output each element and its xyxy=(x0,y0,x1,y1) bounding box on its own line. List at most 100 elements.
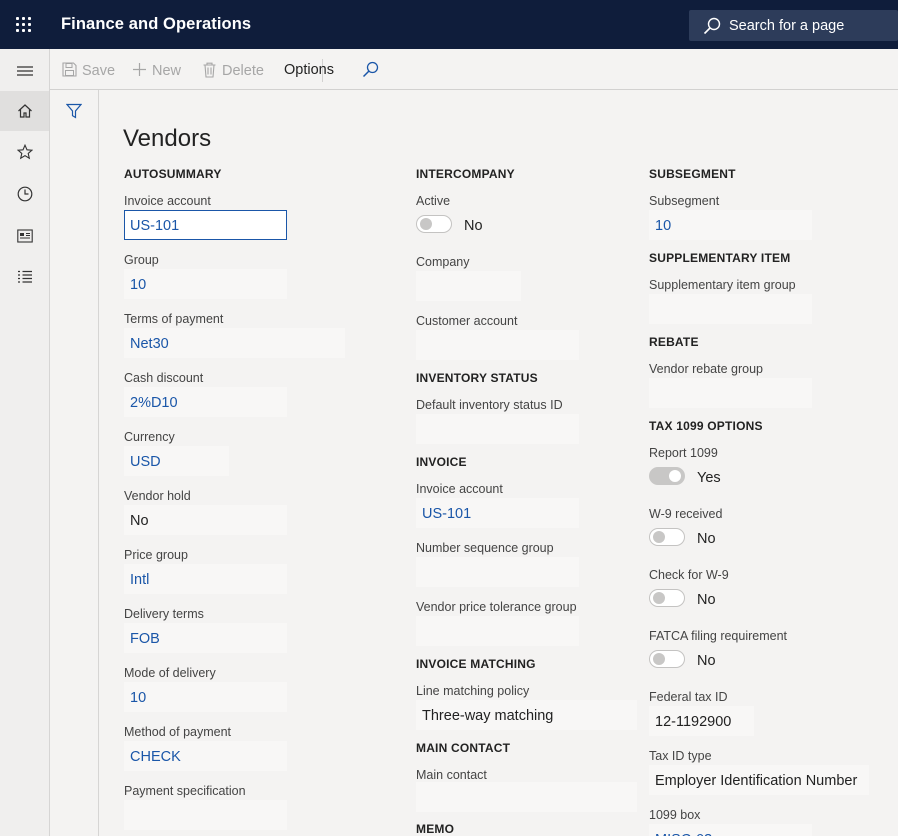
group-label: Group xyxy=(124,253,159,267)
report-1099-value: Yes xyxy=(697,470,721,486)
delete-label: Delete xyxy=(222,63,264,79)
inventory-status-heading: INVENTORY STATUS xyxy=(416,371,538,385)
rebate-heading: REBATE xyxy=(649,335,699,349)
favorites-star-icon[interactable] xyxy=(0,132,49,172)
filter-pane xyxy=(50,90,99,836)
check-for-w9-value: No xyxy=(697,592,716,608)
invoice-heading: INVOICE xyxy=(416,455,467,469)
tax-1099-options-heading: TAX 1099 OPTIONS xyxy=(649,419,763,433)
save-label: Save xyxy=(82,63,116,79)
federal-tax-id-field[interactable]: 12-1192900 xyxy=(649,706,754,736)
search-icon xyxy=(703,17,721,35)
save-button[interactable]: Save xyxy=(62,62,122,80)
method-of-payment-field[interactable]: CHECK xyxy=(124,741,287,771)
fatca-toggle[interactable] xyxy=(649,650,685,668)
cash-discount-field[interactable]: 2%D10 xyxy=(124,387,287,417)
currency-field[interactable]: USD xyxy=(124,446,229,476)
number-sequence-group-label: Number sequence group xyxy=(416,541,554,555)
trash-icon xyxy=(203,62,216,78)
invoice-account-field[interactable]: US-101 xyxy=(124,210,287,240)
invoice-invoice-account-label: Invoice account xyxy=(416,482,503,496)
tax-id-type-field[interactable]: Employer Identification Number xyxy=(649,765,869,795)
supplementary-item-group-field[interactable] xyxy=(649,294,812,324)
page-search-box[interactable]: Search for a page xyxy=(689,10,898,41)
check-for-w9-toggle[interactable] xyxy=(649,589,685,607)
find-search-icon[interactable] xyxy=(362,61,379,78)
active-toggle[interactable] xyxy=(416,215,452,233)
group-field[interactable]: 10 xyxy=(124,269,287,299)
default-inventory-status-label: Default inventory status ID xyxy=(416,398,563,412)
box-1099-label: 1099 box xyxy=(649,808,701,822)
new-label: New xyxy=(152,63,182,79)
federal-tax-id-label: Federal tax ID xyxy=(649,690,728,704)
w9-received-label: W-9 received xyxy=(649,507,723,521)
home-icon[interactable] xyxy=(0,91,49,131)
app-launcher-icon[interactable] xyxy=(16,17,32,33)
delivery-terms-field[interactable]: FOB xyxy=(124,623,287,653)
mode-of-delivery-field[interactable]: 10 xyxy=(124,682,287,712)
save-icon xyxy=(62,62,77,77)
invoice-invoice-account-field[interactable]: US-101 xyxy=(416,498,579,528)
vendor-hold-label: Vendor hold xyxy=(124,489,191,503)
method-of-payment-label: Method of payment xyxy=(124,725,232,739)
terms-of-payment-field[interactable]: Net30 xyxy=(124,328,345,358)
company-field[interactable] xyxy=(416,271,521,301)
vendor-price-tolerance-group-label: Vendor price tolerance group xyxy=(416,600,577,614)
main-contact-field[interactable] xyxy=(416,782,637,812)
fatca-label: FATCA filing requirement xyxy=(649,629,788,643)
app-title: Finance and Operations xyxy=(61,15,252,33)
terms-of-payment-label: Terms of payment xyxy=(124,312,224,326)
number-sequence-group-field[interactable] xyxy=(416,557,579,587)
supplementary-item-heading: SUPPLEMENTARY ITEM xyxy=(649,251,791,265)
page-title: Vendors xyxy=(123,125,212,152)
top-bar: Finance and Operations Search for a page xyxy=(0,0,898,49)
memo-heading: MEMO xyxy=(416,822,455,836)
box-1099-field[interactable]: MISC-03 xyxy=(649,824,812,836)
options-tab[interactable]: Options xyxy=(284,62,334,78)
recent-clock-icon[interactable] xyxy=(0,174,49,214)
main-contact-heading: MAIN CONTACT xyxy=(416,741,511,755)
main-contact-label: Main contact xyxy=(416,768,487,782)
report-1099-label: Report 1099 xyxy=(649,446,718,460)
delivery-terms-label: Delivery terms xyxy=(124,607,204,621)
payment-specification-field[interactable] xyxy=(124,800,287,830)
delete-button[interactable]: Delete xyxy=(202,62,272,80)
payment-specification-label: Payment specification xyxy=(124,784,246,798)
fatca-value: No xyxy=(697,653,716,669)
currency-label: Currency xyxy=(124,430,175,444)
tax-id-type-label: Tax ID type xyxy=(649,749,712,763)
vendor-hold-field[interactable]: No xyxy=(124,505,287,535)
company-label: Company xyxy=(416,255,470,269)
invoice-account-label: Invoice account xyxy=(124,194,211,208)
check-for-w9-label: Check for W-9 xyxy=(649,568,729,582)
w9-received-toggle[interactable] xyxy=(649,528,685,546)
search-placeholder: Search for a page xyxy=(729,18,845,34)
line-matching-policy-field[interactable]: Three-way matching xyxy=(416,700,637,730)
action-pane: Save New Delete xyxy=(50,49,898,90)
subsegment-label: Subsegment xyxy=(649,194,720,208)
modules-list-icon[interactable] xyxy=(0,257,49,297)
price-group-label: Price group xyxy=(124,548,188,562)
vendor-price-tolerance-group-field[interactable] xyxy=(416,616,579,646)
line-matching-policy-label: Line matching policy xyxy=(416,684,530,698)
supplementary-item-group-label: Supplementary item group xyxy=(649,278,796,292)
vendor-rebate-group-field[interactable] xyxy=(649,378,812,408)
active-value: No xyxy=(464,218,483,234)
subsegment-field[interactable]: 10 xyxy=(649,210,812,240)
default-inventory-status-field[interactable] xyxy=(416,414,579,444)
customer-account-label: Customer account xyxy=(416,314,518,328)
active-label: Active xyxy=(416,194,451,208)
cash-discount-label: Cash discount xyxy=(124,371,204,385)
plus-icon xyxy=(133,63,146,76)
invoice-matching-heading: INVOICE MATCHING xyxy=(416,657,536,671)
hamburger-menu-icon[interactable] xyxy=(0,51,49,91)
new-button[interactable]: New xyxy=(132,62,192,80)
filter-funnel-icon[interactable] xyxy=(66,103,82,119)
customer-account-field[interactable] xyxy=(416,330,579,360)
intercompany-heading: INTERCOMPANY xyxy=(416,167,515,181)
price-group-field[interactable]: Intl xyxy=(124,564,287,594)
w9-received-value: No xyxy=(697,531,716,547)
workspaces-icon[interactable] xyxy=(0,216,49,256)
left-navigation xyxy=(0,49,50,836)
report-1099-toggle[interactable] xyxy=(649,467,685,485)
